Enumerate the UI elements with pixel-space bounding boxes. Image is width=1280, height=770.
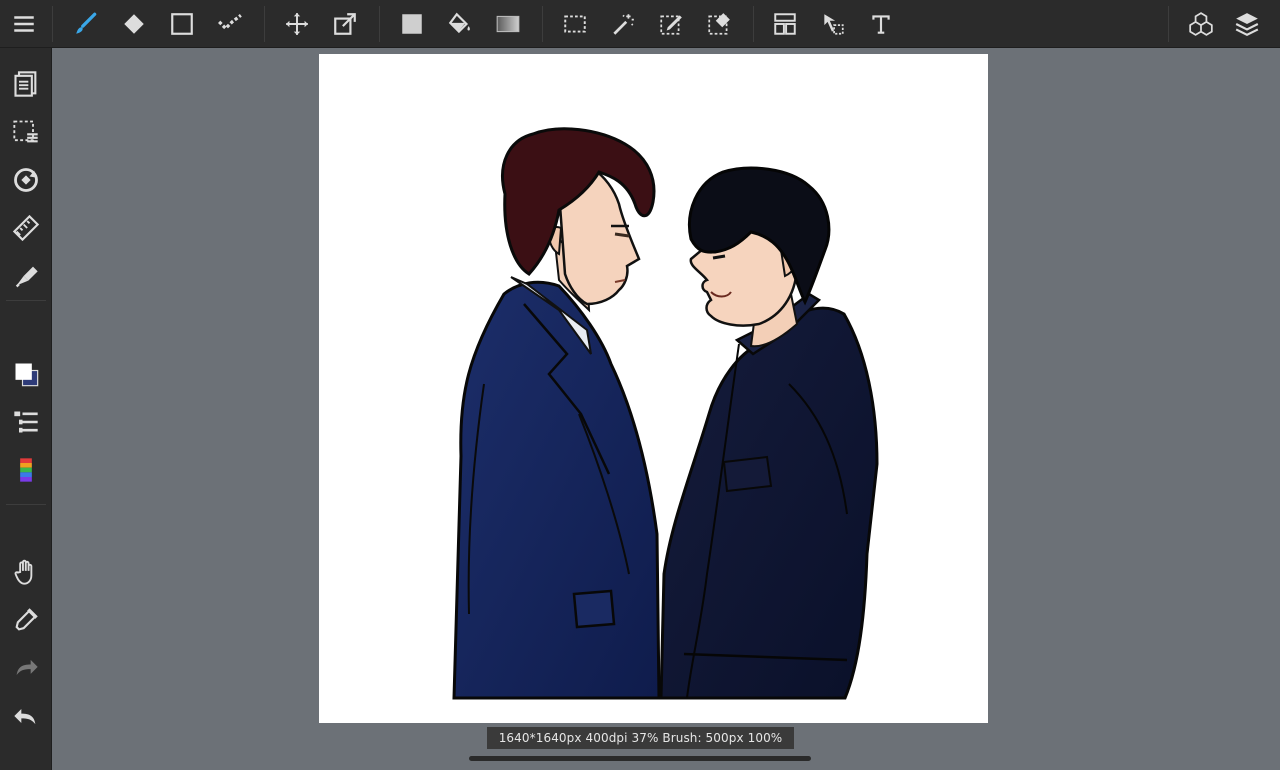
redo-button[interactable] — [4, 648, 48, 688]
fill-color-icon — [402, 14, 422, 34]
fill-color-button[interactable] — [392, 4, 432, 44]
select-eraser-icon — [708, 13, 730, 35]
rectangle-icon — [171, 13, 193, 35]
menu-button[interactable] — [4, 4, 44, 44]
color-swatch-button[interactable] — [4, 354, 48, 394]
brush-icon — [76, 12, 97, 34]
layers-button[interactable] — [1227, 4, 1267, 44]
redo-icon — [16, 659, 38, 675]
text-icon — [872, 15, 890, 34]
move-tool-button[interactable] — [277, 4, 317, 44]
brush-tool-button[interactable] — [66, 4, 106, 44]
selection-layer-button[interactable] — [4, 112, 48, 152]
pages-icon — [14, 71, 37, 97]
eyedropper-button[interactable] — [4, 600, 48, 640]
pages-button[interactable] — [4, 64, 48, 104]
transform-tool-button[interactable] — [325, 4, 365, 44]
ruler-button[interactable] — [4, 208, 48, 248]
bucket-icon — [448, 12, 470, 34]
color-palette-button[interactable] — [4, 450, 48, 490]
magic-wand-button[interactable] — [603, 4, 643, 44]
filter-button[interactable] — [4, 256, 48, 296]
smudge-tool-button[interactable] — [210, 4, 250, 44]
artwork-illustration — [452, 127, 879, 700]
gradient-tool-button[interactable] — [488, 4, 528, 44]
gradient-icon — [496, 15, 520, 33]
text-tool-button[interactable] — [861, 4, 901, 44]
materials-button[interactable] — [1181, 4, 1221, 44]
layout-button[interactable] — [765, 4, 805, 44]
magic-wand-icon — [613, 14, 634, 35]
materials-icon — [1189, 12, 1213, 36]
select-rect-button[interactable] — [555, 4, 595, 44]
eraser-icon — [124, 14, 144, 34]
select-pen-icon — [660, 15, 682, 35]
hand-icon — [14, 559, 33, 585]
left-sidebar — [0, 48, 52, 770]
hand-tool-button[interactable] — [4, 552, 48, 592]
filter-icon — [15, 266, 38, 288]
status-bar: 1640*1640px 400dpi 37% Brush: 500px 100% — [487, 727, 794, 749]
horizontal-scrollbar[interactable] — [469, 756, 811, 761]
top-toolbar — [0, 0, 1280, 48]
eyedropper-icon — [15, 608, 38, 631]
select-pen-button[interactable] — [651, 4, 691, 44]
selection-layer-icon — [13, 120, 38, 143]
select-arrow-button[interactable] — [813, 4, 853, 44]
move-icon — [286, 13, 308, 35]
color-palette-icon — [20, 458, 32, 482]
layer-list-button[interactable] — [4, 402, 48, 442]
select-rect-icon — [564, 15, 586, 33]
layout-icon — [774, 13, 796, 35]
ruler-icon — [12, 214, 40, 242]
color-swatch-icon — [15, 363, 39, 387]
drawing-canvas[interactable] — [319, 54, 988, 723]
undo-icon — [14, 709, 36, 725]
bucket-tool-button[interactable] — [440, 4, 480, 44]
transform-icon — [334, 13, 356, 35]
select-arrow-icon — [824, 14, 844, 35]
layer-list-icon — [14, 411, 38, 433]
rotate-canvas-button[interactable] — [4, 160, 48, 200]
shape-tool-button[interactable] — [162, 4, 202, 44]
eraser-tool-button[interactable] — [114, 4, 154, 44]
select-eraser-button[interactable] — [699, 4, 739, 44]
smudge-icon — [218, 14, 242, 31]
left-figure-suit — [452, 280, 661, 700]
layers-icon — [1235, 13, 1259, 37]
undo-button[interactable] — [4, 696, 48, 736]
rotate-icon — [14, 168, 38, 192]
menu-icon — [14, 16, 34, 32]
